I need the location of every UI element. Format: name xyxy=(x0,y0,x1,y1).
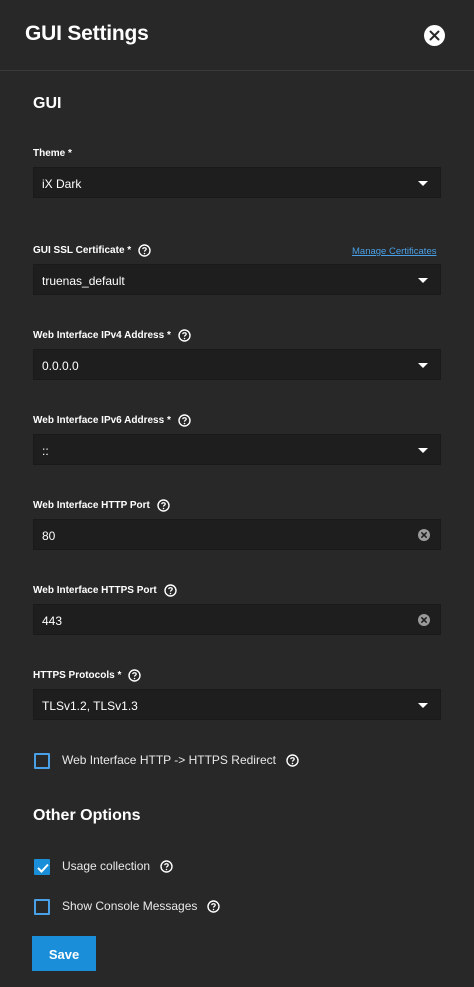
console-messages-checkbox[interactable] xyxy=(34,899,50,915)
help-icon[interactable] xyxy=(128,669,142,682)
https-protocols-label-text: HTTPS Protocols * xyxy=(33,670,122,681)
ipv6-value: :: xyxy=(42,444,49,458)
console-messages-label-text: Show Console Messages xyxy=(62,899,198,913)
ipv4-select[interactable]: 0.0.0.0 xyxy=(33,349,441,380)
manage-certificates-link[interactable]: Manage Certificates xyxy=(352,246,436,257)
theme-value: iX Dark xyxy=(42,177,82,191)
help-icon[interactable] xyxy=(164,584,177,597)
chevron-down-icon xyxy=(418,363,428,368)
chevron-down-icon xyxy=(418,278,428,283)
ssl-cert-value: truenas_default xyxy=(42,274,125,288)
ssl-cert-select[interactable]: truenas_default xyxy=(33,264,441,295)
panel-title: GUI Settings xyxy=(25,22,149,45)
help-icon[interactable] xyxy=(286,753,299,767)
help-icon[interactable] xyxy=(160,859,173,873)
ipv4-value: 0.0.0.0 xyxy=(42,359,79,373)
chevron-down-icon xyxy=(418,703,428,708)
chevron-down-icon xyxy=(418,448,428,453)
clear-icon[interactable] xyxy=(418,614,430,626)
section-title-other-options: Other Options xyxy=(33,807,141,824)
redirect-label-text: Web Interface HTTP -> HTTPS Redirect xyxy=(62,753,276,767)
http-port-label: Web Interface HTTP Port xyxy=(33,499,170,512)
theme-label-text: Theme * xyxy=(33,148,72,159)
chevron-down-icon xyxy=(418,181,428,186)
panel-header: GUI Settings xyxy=(0,0,474,71)
ssl-cert-label-text: GUI SSL Certificate * xyxy=(33,245,132,256)
http-port-input[interactable]: 80 xyxy=(33,519,441,550)
ipv6-label-text: Web Interface IPv6 Address * xyxy=(33,415,171,426)
https-protocols-label: HTTPS Protocols * xyxy=(33,669,142,682)
theme-select[interactable]: iX Dark xyxy=(33,167,441,198)
help-icon[interactable] xyxy=(178,329,191,342)
usage-collection-checkbox[interactable] xyxy=(34,859,50,875)
theme-label: Theme * xyxy=(33,148,72,159)
section-title-gui: GUI xyxy=(33,95,62,112)
save-button[interactable]: Save xyxy=(32,936,96,971)
usage-collection-label: Usage collection xyxy=(62,859,173,873)
clear-icon[interactable] xyxy=(418,529,430,541)
https-port-input[interactable]: 443 xyxy=(33,604,441,635)
ipv6-select[interactable]: :: xyxy=(33,434,441,465)
redirect-label: Web Interface HTTP -> HTTPS Redirect xyxy=(62,753,299,767)
usage-collection-label-text: Usage collection xyxy=(62,859,151,873)
ipv4-label: Web Interface IPv4 Address * xyxy=(33,329,191,342)
help-icon[interactable] xyxy=(157,499,170,512)
help-icon[interactable] xyxy=(178,414,191,427)
http-port-label-text: Web Interface HTTP Port xyxy=(33,500,150,511)
redirect-checkbox[interactable] xyxy=(34,753,50,769)
https-protocols-value: TLSv1.2, TLSv1.3 xyxy=(42,699,138,713)
console-messages-label: Show Console Messages xyxy=(62,899,221,913)
gui-settings-panel: GUI Settings GUI Theme * iX Dark GUI SSL… xyxy=(0,0,474,987)
https-port-label-text: Web Interface HTTPS Port xyxy=(33,585,157,596)
help-icon[interactable] xyxy=(138,244,151,257)
close-button[interactable] xyxy=(424,25,445,46)
checkmark-icon xyxy=(37,863,49,873)
help-icon[interactable] xyxy=(207,899,221,913)
ipv4-label-text: Web Interface IPv4 Address * xyxy=(33,330,171,341)
ssl-cert-label: GUI SSL Certificate * xyxy=(33,244,151,257)
close-icon xyxy=(429,30,440,41)
https-port-label: Web Interface HTTPS Port xyxy=(33,584,177,597)
http-port-value: 80 xyxy=(42,529,56,543)
https-port-value: 443 xyxy=(42,614,63,628)
ipv6-label: Web Interface IPv6 Address * xyxy=(33,414,191,427)
https-protocols-select[interactable]: TLSv1.2, TLSv1.3 xyxy=(33,689,441,720)
